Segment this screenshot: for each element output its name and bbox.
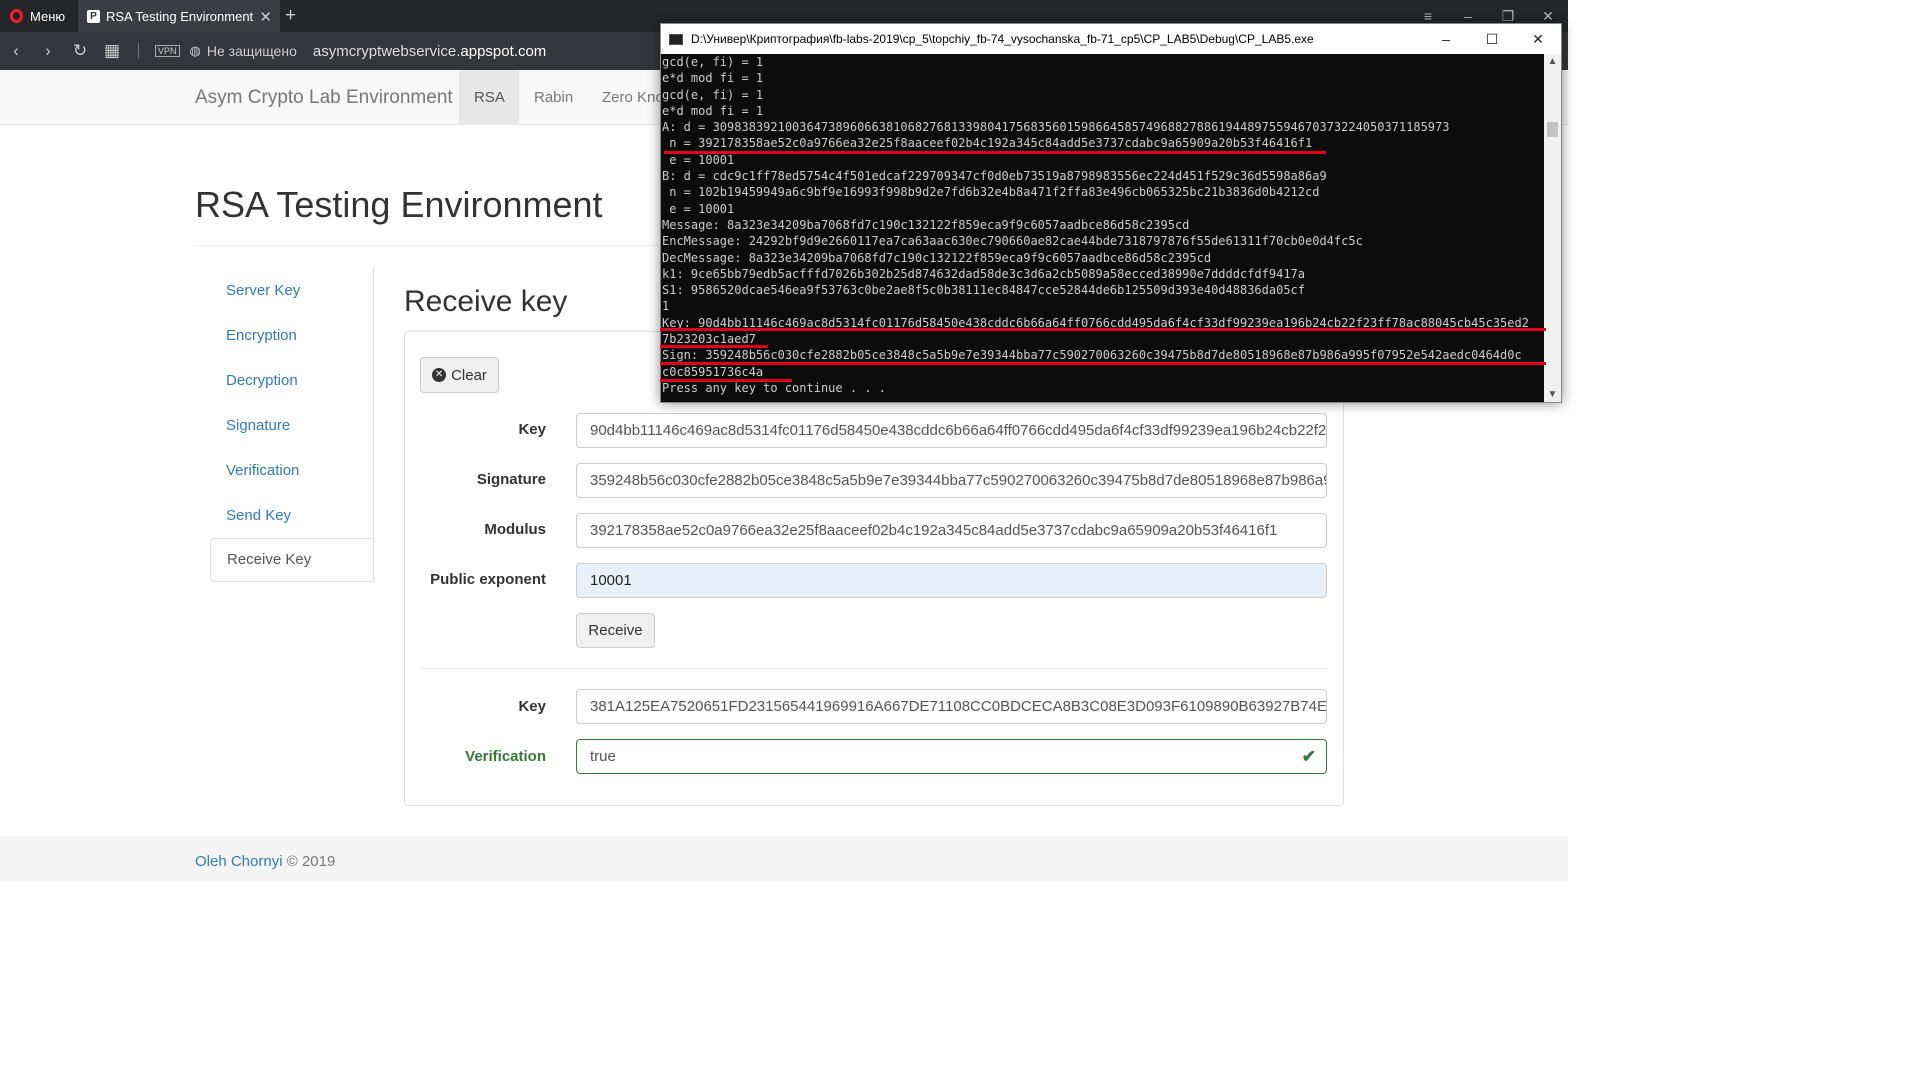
annotation-underline [660,345,768,348]
modulus-label: Modulus [484,521,546,538]
console-window: D:\Универ\Криптография\fb-labs-2019\cp_5… [660,23,1562,403]
sidebar-item-signature[interactable]: Signature [226,417,290,434]
browser-tab[interactable]: P RSA Testing Environment ✕ [78,0,280,32]
sidebar-item-label: Receive Key [227,551,312,568]
sidebar-item-encryption[interactable]: Encryption [226,327,297,344]
result-key-label: Key [518,698,546,715]
sidebar-item-send-key[interactable]: Send Key [226,507,291,524]
check-icon: ✔ [1301,747,1316,766]
opera-menu-button[interactable]: Меню [0,0,75,32]
signature-input[interactable]: 359248b56c030cfe2882b05ce3848c5a5b9e7e39… [576,463,1327,498]
verification-label: Verification [465,748,546,765]
console-line: 1 [662,299,670,314]
console-title-bar[interactable]: D:\Универ\Криптография\fb-labs-2019\cp_5… [661,24,1561,54]
result-key-output[interactable]: 381A125EA7520651FD231565441969916A667DE7… [576,689,1327,724]
receive-button[interactable]: Receive [576,613,655,648]
nav-tab-rabin[interactable]: Rabin [519,70,588,125]
console-title: D:\Универ\Криптография\fb-labs-2019\cp_5… [691,32,1314,46]
clear-button[interactable]: ✕ Clear [420,357,499,393]
console-maximize-icon[interactable]: ☐ [1469,24,1515,54]
console-line: S1: 9586520dcae546ea9f53763c0be2ae8f5c0b… [662,283,1305,298]
console-scrollbar[interactable]: ▲ ▼ [1544,54,1561,402]
annotation-underline [660,362,1546,365]
menu-label: Меню [30,8,66,24]
security-text[interactable]: Не защищено [207,43,297,59]
console-line: Press any key to continue . . . [662,380,886,395]
url-domain: appspot.com [460,42,547,60]
back-icon[interactable]: ‹ [0,41,32,61]
footer-text: Oleh Chornyi © 2019 [195,853,335,870]
url-field[interactable]: asymcryptwebservice.appspot.com [313,43,546,60]
console-window-controls: – ☐ ✕ [1423,24,1561,54]
verification-value: true [590,748,616,765]
console-minimize-icon[interactable]: – [1423,24,1469,54]
console-line: e = 10001 [662,152,735,167]
annotation-underline [660,379,792,382]
public-exponent-input[interactable]: 10001 [576,563,1327,598]
console-line: DecMessage: 8a323e34209ba7068fd7c190c132… [662,250,1212,265]
globe-icon[interactable]: ◍ [190,43,201,59]
site-brand[interactable]: Asym Crypto Lab Environment [195,87,453,109]
console-line: A: d = 309838392100364738960663810682768… [662,120,1450,135]
sidebar: Server Key Encryption Decryption Signatu… [210,267,374,582]
sidebar-item-receive-key[interactable]: Receive Key [210,538,374,582]
clear-icon: ✕ [432,368,447,382]
public-exponent-label: Public exponent [430,571,546,588]
vpn-badge[interactable]: VPN [155,45,180,57]
verification-output[interactable]: true ✔ [576,739,1327,774]
section-title: Receive key [404,285,568,318]
sidebar-item-verification[interactable]: Verification [226,462,299,479]
console-line: Message: 8a323e34209ba7068fd7c190c132122… [662,217,1190,232]
author-link[interactable]: Oleh Chornyi [195,853,283,870]
signature-label: Signature [476,471,546,488]
divider [138,43,139,59]
url-prefix: asymcryptwebservice. [312,42,461,60]
console-close-icon[interactable]: ✕ [1515,24,1561,54]
page-title: RSA Testing Environment [195,184,603,225]
key-input[interactable]: 90d4bb11146c469ac8d5314fc01176d58450e438… [576,413,1327,448]
close-tab-icon[interactable]: ✕ [259,8,272,26]
forward-icon[interactable]: › [32,41,64,61]
footer: Oleh Chornyi © 2019 [0,836,1568,882]
console-line: e*d mod fi = 1 [662,103,764,118]
scroll-up-icon[interactable]: ▲ [1544,56,1561,67]
scroll-thumb[interactable] [1547,122,1558,137]
grid-icon[interactable]: ▦ [96,41,128,61]
console-line: n = 102b19459949a6c9bf9e16993f998b9d2e7f… [662,185,1320,200]
key-label: Key [518,421,546,438]
console-line: k1: 9ce65bb79edb5acfffd7026b302b25d87463… [662,266,1305,281]
new-tab-icon[interactable]: + [285,5,296,27]
sidebar-item-decryption[interactable]: Decryption [226,372,298,389]
sidebar-item-server-key[interactable]: Server Key [226,282,300,299]
opera-logo-icon [10,9,23,23]
clear-label: Clear [451,366,487,384]
scroll-down-icon[interactable]: ▼ [1544,389,1561,400]
console-line: e*d mod fi = 1 [662,71,764,86]
console-output[interactable]: gcd(e, fi) = 1 e*d mod fi = 1 gcd(e, fi) =… [661,54,1545,402]
annotation-underline [660,328,1546,331]
console-line: gcd(e, fi) = 1 [662,87,764,102]
divider [420,668,1328,669]
console-line: n = 392178358ae52c0a9766ea32e25f8aaceef0… [662,136,1313,151]
tab-title: RSA Testing Environment [106,8,254,24]
reload-icon[interactable]: ↻ [64,41,96,61]
console-line: B: d = cdc9c1ff78ed5754c4f501edcaf229709… [662,169,1327,184]
console-line: gcd(e, fi) = 1 [662,55,764,69]
copyright: © 2019 [286,853,336,870]
console-line: e = 10001 [662,201,735,216]
nav-tab-rsa[interactable]: RSA [459,70,519,125]
console-line: EncMessage: 24292bf9d9e2660117ea7ca63aac… [662,234,1363,249]
annotation-underline [664,151,1326,154]
console-app-icon [669,33,683,45]
tab-favicon-icon: P [87,9,100,23]
console-line: c0c85951736c4a [662,364,764,379]
console-line: 7b23203c1aed7 [662,332,756,347]
modulus-input[interactable]: 392178358ae52c0a9766ea32e25f8aaceef02b4c… [576,513,1327,548]
